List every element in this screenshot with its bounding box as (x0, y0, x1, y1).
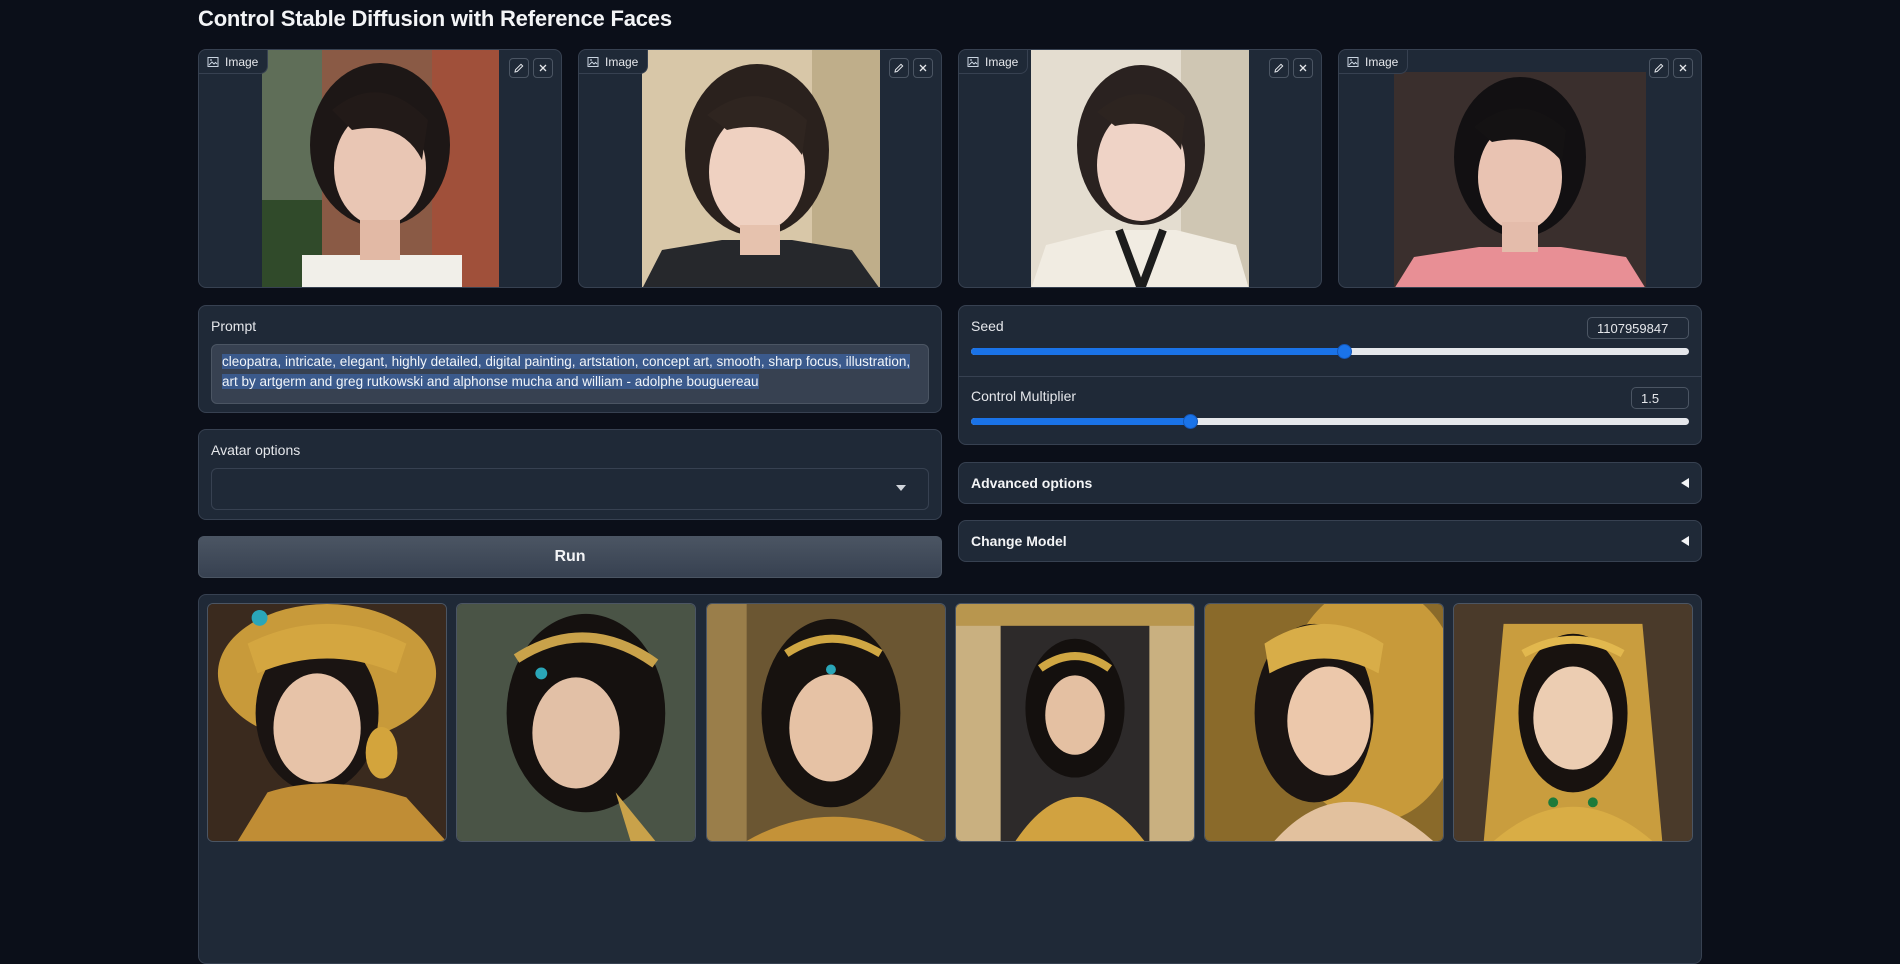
avatar-options-panel: Avatar options (198, 429, 942, 520)
seed-slider-fill (971, 348, 1345, 355)
image-label: Image (1339, 50, 1409, 74)
close-icon (1299, 64, 1307, 72)
collapse-arrow-icon (1681, 536, 1689, 546)
control-multiplier-label: Control Multiplier (971, 388, 1077, 404)
gallery-image-5[interactable] (1204, 603, 1444, 842)
reference-photo (262, 50, 499, 287)
avatar-options-label: Avatar options (211, 442, 301, 458)
gallery-image-6[interactable] (1453, 603, 1693, 842)
gallery-image-3[interactable] (706, 603, 946, 842)
image-label: Image (579, 50, 649, 74)
prompt-textarea[interactable]: cleopatra, intricate, elegant, highly de… (211, 344, 929, 404)
edit-button[interactable] (1269, 58, 1289, 78)
clear-button[interactable] (533, 58, 553, 78)
advanced-options-label: Advanced options (971, 475, 1093, 491)
change-model-accordion[interactable]: Change Model (958, 520, 1702, 562)
chevron-down-icon (896, 485, 906, 491)
seed-input[interactable]: 1107959847 (1587, 317, 1689, 339)
close-icon (539, 64, 547, 72)
edit-button[interactable] (509, 58, 529, 78)
clear-button[interactable] (913, 58, 933, 78)
control-multiplier-input[interactable]: 1.5 (1631, 387, 1689, 409)
page-title: Control Stable Diffusion with Reference … (198, 6, 672, 31)
pencil-icon (1654, 63, 1664, 73)
reference-image-2[interactable]: Image (578, 49, 942, 288)
image-label: Image (199, 50, 269, 74)
gallery-image-4[interactable] (955, 603, 1195, 842)
control-multiplier-slider[interactable] (971, 414, 1689, 429)
gallery-image-2[interactable] (456, 603, 696, 842)
prompt-panel: Prompt cleopatra, intricate, elegant, hi… (198, 305, 942, 413)
clear-button[interactable] (1673, 58, 1693, 78)
prompt-text: cleopatra, intricate, elegant, highly de… (222, 354, 911, 389)
seed-slider-thumb[interactable] (1337, 344, 1353, 359)
seed-label: Seed (971, 318, 1004, 334)
divider (959, 376, 1701, 377)
change-model-label: Change Model (971, 533, 1067, 549)
run-button[interactable]: Run (198, 536, 942, 578)
image-label: Image (959, 50, 1029, 74)
image-icon (587, 56, 599, 67)
gallery-image-1[interactable] (207, 603, 447, 842)
sliders-panel: Seed 1107959847 Control Multiplier 1.5 (958, 305, 1702, 445)
control-multiplier-slider-fill (971, 418, 1190, 425)
edit-button[interactable] (1649, 58, 1669, 78)
image-icon (967, 56, 979, 67)
prompt-label: Prompt (211, 318, 257, 334)
avatar-options-dropdown[interactable] (211, 468, 929, 510)
control-multiplier-slider-thumb[interactable] (1182, 414, 1198, 429)
image-icon (1347, 56, 1359, 67)
pencil-icon (894, 63, 904, 73)
advanced-options-accordion[interactable]: Advanced options (958, 462, 1702, 504)
reference-photo (1031, 50, 1249, 287)
reference-image-1[interactable]: Image (198, 49, 562, 288)
close-icon (1679, 64, 1687, 72)
reference-image-4[interactable]: Image (1338, 49, 1702, 288)
seed-slider[interactable] (971, 344, 1689, 359)
clear-button[interactable] (1293, 58, 1313, 78)
close-icon (919, 64, 927, 72)
reference-image-3[interactable]: Image (958, 49, 1322, 288)
collapse-arrow-icon (1681, 478, 1689, 488)
pencil-icon (1274, 63, 1284, 73)
pencil-icon (514, 63, 524, 73)
edit-button[interactable] (889, 58, 909, 78)
reference-photo (1394, 72, 1646, 287)
reference-photo (642, 50, 880, 287)
image-icon (207, 56, 219, 67)
